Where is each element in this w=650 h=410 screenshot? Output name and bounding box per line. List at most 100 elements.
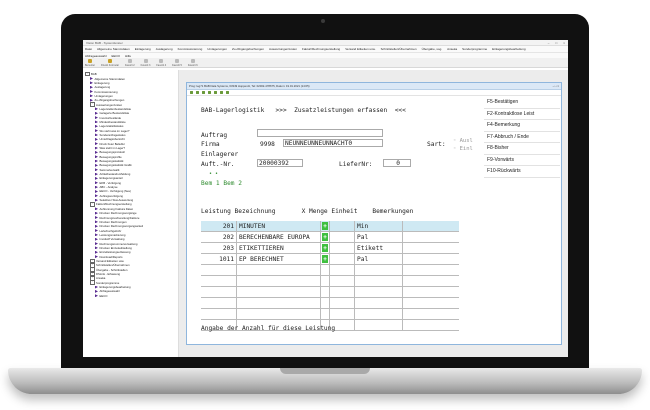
bemerkung-cell[interactable] bbox=[403, 276, 459, 286]
bemerkung-cell[interactable] bbox=[403, 298, 459, 308]
menu-item[interactable]: Versand Etiketten usw. bbox=[345, 47, 375, 51]
toolbar-button[interactable]: Favorit 5 bbox=[172, 58, 182, 67]
menge-cell[interactable] bbox=[330, 298, 355, 308]
toolbar-button[interactable]: Favorit 4 bbox=[156, 58, 166, 67]
x-cell[interactable] bbox=[321, 287, 330, 297]
leistung-cell[interactable] bbox=[201, 265, 237, 275]
leistung-cell[interactable]: 201 bbox=[201, 221, 237, 231]
child-window-controls[interactable]: – □ × bbox=[553, 84, 559, 88]
menu-item[interactable]: Anseka bbox=[447, 47, 457, 51]
leistung-cell[interactable]: 1011 bbox=[201, 254, 237, 264]
toolbar-button[interactable]: Benutzer bbox=[85, 58, 95, 67]
table-row[interactable]: 203 ETIKETTIEREN + Etikett bbox=[201, 243, 459, 254]
sart-option-ausl[interactable]: ◦ Ausl bbox=[453, 138, 473, 144]
x-cell[interactable] bbox=[321, 265, 330, 275]
menu-item[interactable]: Sonderprogramme bbox=[462, 47, 487, 51]
table-row[interactable]: 1011 EP BERECHNET + Pal bbox=[201, 254, 459, 265]
x-cell[interactable]: + bbox=[321, 221, 330, 231]
bemerkung-cell[interactable] bbox=[403, 221, 459, 231]
bemerkung-cell[interactable] bbox=[403, 287, 459, 297]
plus-icon[interactable]: + bbox=[322, 222, 328, 230]
menu-item[interactable]: Umlagerungen bbox=[207, 47, 227, 51]
menu-item[interactable]: Auslagerung bbox=[156, 47, 173, 51]
leistung-cell[interactable] bbox=[201, 276, 237, 286]
back-icon[interactable] bbox=[196, 91, 199, 94]
menge-cell[interactable] bbox=[330, 232, 355, 242]
menge-cell[interactable] bbox=[330, 287, 355, 297]
menu-item[interactable]: Einlagerung bbox=[135, 47, 151, 51]
bemerkung-cell[interactable] bbox=[403, 265, 459, 275]
x-cell[interactable]: + bbox=[321, 243, 330, 253]
menge-cell[interactable] bbox=[330, 265, 355, 275]
function-key-button[interactable]: F9-Vorwärts bbox=[484, 154, 560, 166]
menge-cell[interactable] bbox=[330, 221, 355, 231]
function-key-button[interactable]: F5-Bestätigen bbox=[484, 97, 560, 109]
x-cell[interactable] bbox=[321, 298, 330, 308]
toolbar-button[interactable]: Favorit 3 bbox=[141, 58, 150, 67]
plus-icon[interactable]: + bbox=[322, 244, 328, 252]
function-key-button[interactable]: F7-Abbruch / Ende bbox=[484, 131, 560, 143]
menu-item[interactable]: Schnittstellen/Übernahmen bbox=[381, 47, 417, 51]
menge-cell[interactable] bbox=[330, 254, 355, 264]
menu-item[interactable]: Einlagerungsbearbeitung bbox=[492, 47, 525, 51]
leistung-cell[interactable]: 202 bbox=[201, 232, 237, 242]
table-row[interactable] bbox=[201, 276, 459, 287]
table-row[interactable]: 201 MINUTEN + Min bbox=[201, 221, 459, 232]
function-key-button[interactable]: F2-Kontraktlose Leist bbox=[484, 108, 560, 120]
menu-item[interactable]: EECO bbox=[112, 54, 121, 58]
menu-item[interactable]: Auswertungen/Listen bbox=[269, 47, 297, 51]
bemerkung-cell[interactable] bbox=[403, 309, 459, 319]
plus-icon[interactable]: + bbox=[322, 255, 328, 263]
bemerkung-cell[interactable] bbox=[403, 320, 459, 330]
liefer-nr-field[interactable]: 0 bbox=[383, 159, 411, 167]
bemerkung-cell[interactable] bbox=[403, 232, 459, 242]
toolbar-button[interactable]: Druckt Formular bbox=[101, 58, 119, 67]
tree-item[interactable]: EECO bbox=[83, 294, 178, 298]
function-key-button[interactable]: F10-Rückwärts bbox=[484, 166, 560, 178]
plus-icon[interactable]: + bbox=[322, 233, 328, 241]
check-icon[interactable] bbox=[190, 91, 193, 94]
toolbar-button[interactable]: Favorit 6 bbox=[188, 58, 198, 67]
menge-cell[interactable] bbox=[330, 243, 355, 253]
search-icon[interactable] bbox=[214, 91, 217, 94]
menu-item[interactable]: Übergabe, sog. bbox=[422, 47, 443, 51]
table-row[interactable] bbox=[201, 309, 459, 320]
bemerkung-cell[interactable] bbox=[403, 243, 459, 253]
forward-icon[interactable] bbox=[202, 91, 205, 94]
close-icon[interactable]: × bbox=[563, 41, 565, 45]
menu-item[interactable]: Datei bbox=[85, 47, 92, 51]
auft-nr-field[interactable]: 20000392 bbox=[257, 159, 303, 167]
leistung-cell[interactable] bbox=[201, 298, 237, 308]
firma-name-field[interactable]: NEUNNEUNNEUNNACHT0 bbox=[283, 139, 383, 147]
x-cell[interactable]: + bbox=[321, 232, 330, 242]
function-key-button[interactable]: F8-Bisher bbox=[484, 143, 560, 155]
menge-cell[interactable] bbox=[330, 309, 355, 319]
leistung-cell[interactable] bbox=[201, 287, 237, 297]
minimize-icon[interactable]: – bbox=[548, 41, 550, 45]
copy-icon[interactable] bbox=[220, 91, 223, 94]
menu-item[interactable]: Hilfe bbox=[125, 54, 131, 58]
menu-item[interactable]: Abfrageauswahl bbox=[85, 54, 107, 58]
print-icon[interactable] bbox=[208, 91, 211, 94]
menu-item[interactable]: Fakturi/Rechnungserstellung bbox=[302, 47, 340, 51]
function-key-button[interactable]: F4-Bemerkung bbox=[484, 120, 560, 132]
table-row[interactable]: 202 BERECHENBARE EUROPA + Pal bbox=[201, 232, 459, 243]
table-row[interactable] bbox=[201, 298, 459, 309]
sart-option-einl[interactable]: ◦ Einl bbox=[453, 146, 473, 152]
x-cell[interactable] bbox=[321, 276, 330, 286]
x-cell[interactable]: + bbox=[321, 254, 330, 264]
maximize-icon[interactable]: □ bbox=[555, 41, 557, 45]
menu-item[interactable]: Zu-/Abgangsbuchungen bbox=[232, 47, 264, 51]
leistung-cell[interactable] bbox=[201, 309, 237, 319]
toolbar-button[interactable]: Favorit 2 bbox=[125, 58, 135, 67]
menu-item[interactable]: Kommissionierung bbox=[178, 47, 203, 51]
table-row[interactable] bbox=[201, 287, 459, 298]
bemerkung-cell[interactable] bbox=[403, 254, 459, 264]
leistung-cell[interactable]: 203 bbox=[201, 243, 237, 253]
x-cell[interactable] bbox=[321, 309, 330, 319]
bem-buttons[interactable]: Bem 1 Bem 2 bbox=[201, 180, 242, 187]
table-row[interactable] bbox=[201, 265, 459, 276]
menu-item[interactable]: Allgemeine Stammdaten bbox=[97, 47, 130, 51]
menge-cell[interactable] bbox=[330, 276, 355, 286]
auftrag-field[interactable] bbox=[257, 129, 383, 137]
